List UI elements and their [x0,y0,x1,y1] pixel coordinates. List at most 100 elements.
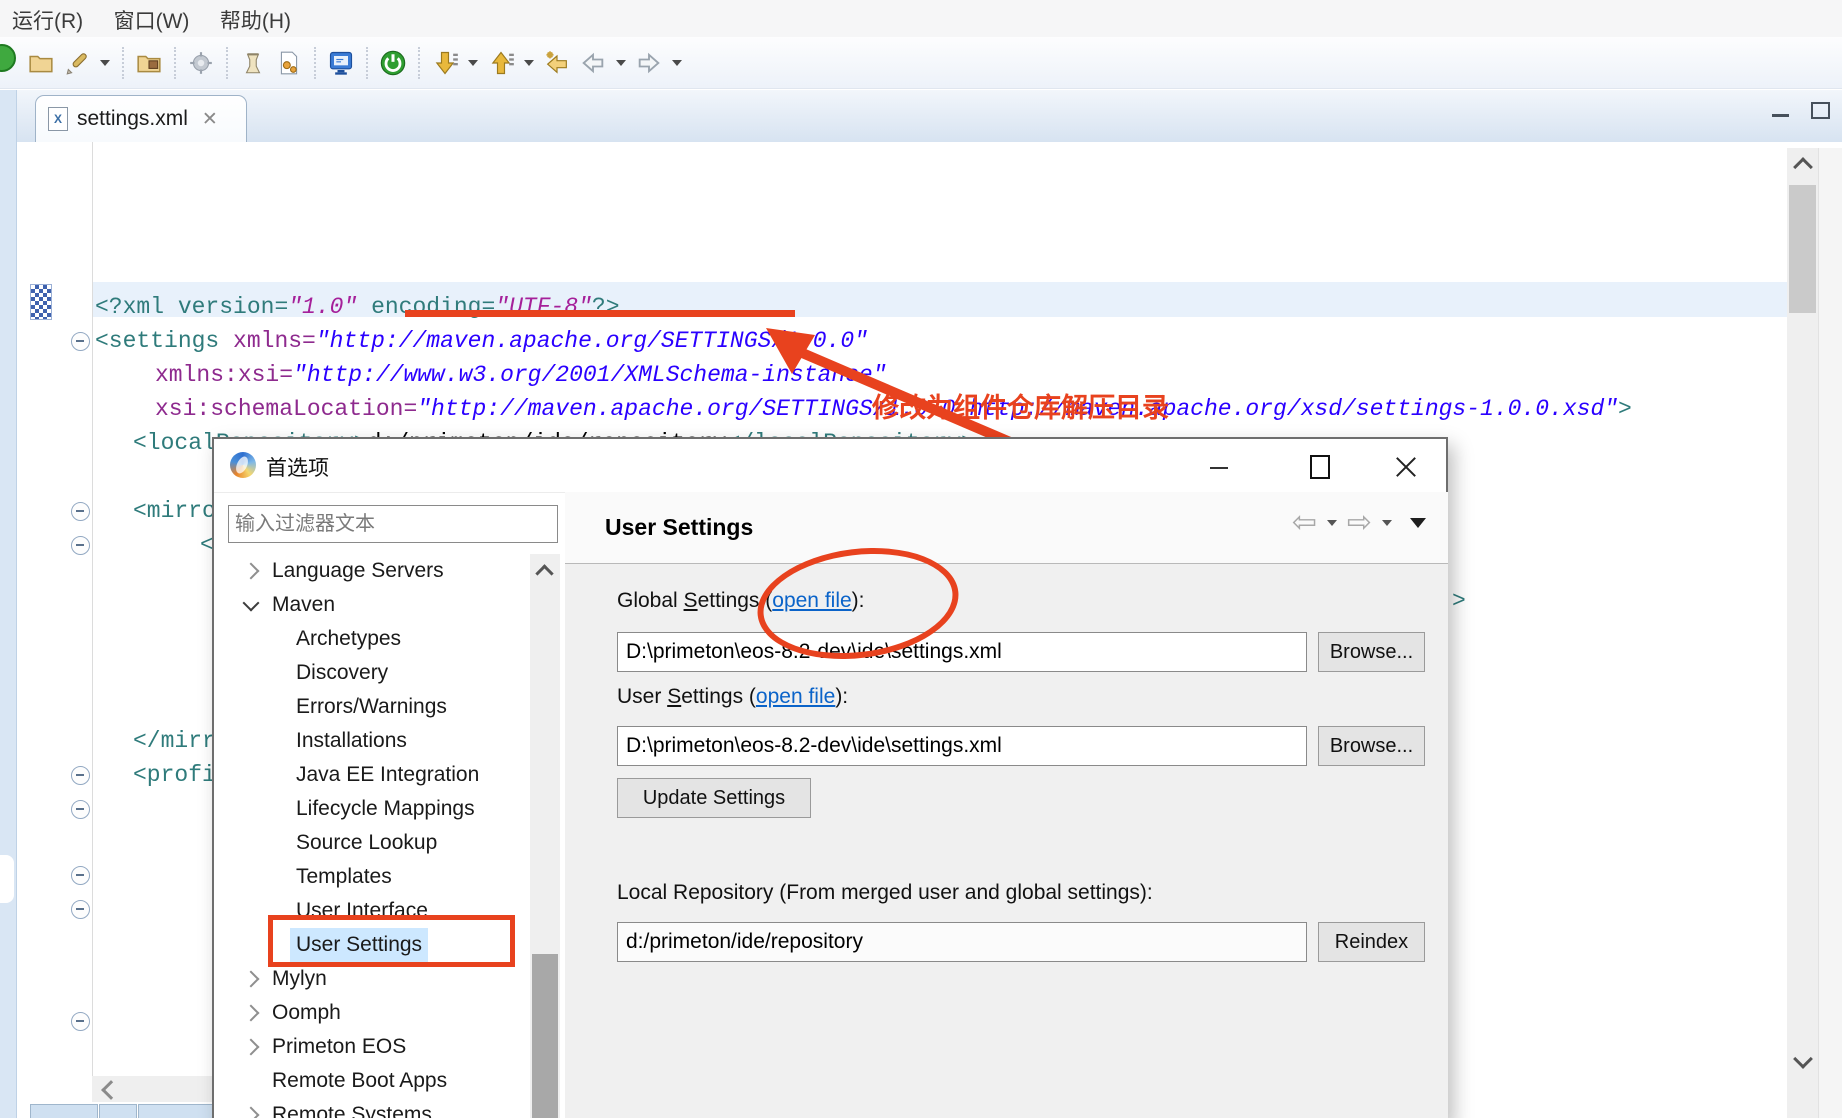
tree-item-label: Oomph [272,996,341,1030]
bottom-view-tab[interactable] [30,1104,98,1118]
global-open-file-link[interactable]: open file [772,589,851,612]
back-dropdown-icon[interactable] [616,60,626,66]
tree-item-label: Language Servers [272,554,444,588]
update-settings-button[interactable]: Update Settings [617,778,811,818]
menu-run[interactable]: 运行(R) [12,5,83,35]
fold-minus-icon[interactable] [71,766,90,785]
tree-item-archetypes[interactable]: Archetypes [216,622,528,656]
last-edit-location-icon[interactable] [542,48,572,78]
jar-package-icon[interactable] [238,48,268,78]
tree-item-label: Mylyn [272,962,327,996]
tree-item-label: Templates [296,860,392,894]
tab-close-icon[interactable]: ✕ [202,110,218,129]
tree-item-discovery[interactable]: Discovery [216,656,528,690]
dialog-maximize-icon[interactable] [1310,455,1330,479]
tree-item-user-interface[interactable]: User Interface [216,894,528,928]
generate-file-icon[interactable] [274,48,304,78]
local-repository-input[interactable] [617,922,1307,962]
tree-item-maven[interactable]: Maven [216,588,528,622]
console-icon[interactable] [326,48,356,78]
tree-item-lifecycle-mappings[interactable]: Lifecycle Mappings [216,792,528,826]
tree-item-java-ee-integration[interactable]: Java EE Integration [216,758,528,792]
toolbar-separator [418,47,420,79]
pull-down-dropdown-icon[interactable] [468,60,478,66]
push-up-dropdown-icon[interactable] [524,60,534,66]
back-icon[interactable] [578,48,608,78]
boot-start-icon[interactable] [378,48,408,78]
toolbar-separator [122,47,124,79]
user-browse-button[interactable]: Browse... [1318,726,1425,766]
menu-bar: 运行(R) 窗口(W) 帮助(H) [0,0,1842,37]
collapsed-view-bar[interactable] [0,90,17,1118]
tree-item-label: Maven [272,588,335,622]
tree-item-user-settings[interactable]: User Settings [216,928,528,962]
tree-item-label: Discovery [296,656,388,690]
tree-item-label: Errors/Warnings [296,690,447,724]
global-browse-button[interactable]: Browse... [1318,632,1425,672]
fold-minus-icon[interactable] [71,502,90,521]
pull-down-icon[interactable] [430,48,460,78]
tree-item-remote-boot-apps[interactable]: Remote Boot Apps [216,1064,528,1098]
fold-minus-icon[interactable] [71,536,90,555]
tree-item-mylyn[interactable]: Mylyn [216,962,528,996]
chevron-right-icon[interactable] [243,563,260,580]
vertical-scrollbar-thumb[interactable] [1789,185,1816,313]
local-repository-label: Local Repository (From merged user and g… [617,881,1153,905]
reindex-button[interactable]: Reindex [1318,922,1425,962]
nav-forward-icon[interactable]: ⇨ [1347,508,1372,538]
highlighter-pen-icon[interactable] [62,48,92,78]
fold-minus-icon[interactable] [71,1012,90,1031]
pref-tree: Language ServersMavenArchetypesDiscovery… [214,439,564,1118]
global-settings-input[interactable] [617,632,1307,672]
fold-minus-icon[interactable] [71,332,90,351]
chevron-right-icon[interactable] [243,1107,260,1118]
tree-item-remote-systems[interactable]: Remote Systems [216,1098,528,1118]
tree-item-label: User Interface [296,894,428,928]
fold-minus-icon[interactable] [71,900,90,919]
bottom-view-tab[interactable] [99,1104,137,1118]
tree-item-label: Remote Boot Apps [272,1064,447,1098]
tree-item-templates[interactable]: Templates [216,860,528,894]
import-folder-icon[interactable] [134,48,164,78]
toolbar-separator [174,47,176,79]
tree-scrollbar-thumb[interactable] [532,954,558,1118]
nav-back-dropdown-icon[interactable] [1327,520,1337,526]
nav-back-icon[interactable]: ⇦ [1292,508,1317,538]
tab-settings-xml[interactable]: X settings.xml ✕ [35,95,247,142]
tree-item-primeton-eos[interactable]: Primeton EOS [216,1030,528,1064]
open-folder-icon[interactable] [26,48,56,78]
bottom-view-tab[interactable] [138,1104,214,1118]
overview-ruler [1818,148,1842,1118]
tab-label: settings.xml [77,107,188,131]
dialog-minimize-icon[interactable] [1210,467,1228,469]
fold-minus-icon[interactable] [71,800,90,819]
tree-item-oomph[interactable]: Oomph [216,996,528,1030]
fold-minus-icon[interactable] [71,866,90,885]
forward-icon[interactable] [634,48,664,78]
dialog-close-icon[interactable] [1394,454,1418,478]
menu-window[interactable]: 窗口(W) [114,5,190,35]
chevron-right-icon[interactable] [243,1005,260,1022]
debug-config-icon[interactable] [186,48,216,78]
tree-item-installations[interactable]: Installations [216,724,528,758]
chevron-right-icon[interactable] [243,1039,260,1056]
editor-tab-strip: X settings.xml ✕ [0,90,1842,143]
push-up-icon[interactable] [486,48,516,78]
tree-item-label: Java EE Integration [296,758,479,792]
nav-forward-dropdown-icon[interactable] [1382,520,1392,526]
forward-dropdown-icon[interactable] [672,60,682,66]
code-line: <settings xmlns="http://maven.apache.org… [95,326,868,356]
chevron-right-icon[interactable] [243,971,260,988]
user-settings-input[interactable] [617,726,1307,766]
pen-dropdown-icon[interactable] [100,60,110,66]
minimize-view-icon[interactable] [1772,114,1789,117]
tree-item-errors-warnings[interactable]: Errors/Warnings [216,690,528,724]
chevron-down-icon[interactable] [243,595,260,612]
menu-help[interactable]: 帮助(H) [220,5,291,35]
tree-item-source-lookup[interactable]: Source Lookup [216,826,528,860]
restore-view-notch[interactable] [0,855,14,903]
tree-item-language-servers[interactable]: Language Servers [216,554,528,588]
maximize-view-icon[interactable] [1811,102,1830,119]
view-menu-icon[interactable] [1410,518,1426,528]
user-open-file-link[interactable]: open file [756,685,835,708]
